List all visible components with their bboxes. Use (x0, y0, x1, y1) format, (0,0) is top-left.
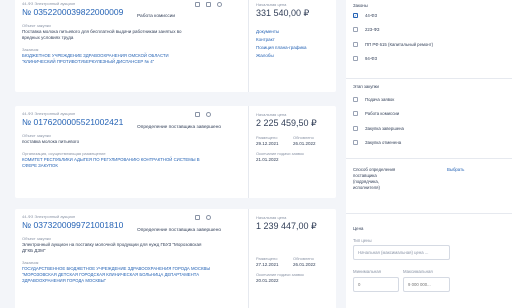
stage-title: Этап закупки (353, 84, 379, 89)
price-value: 331 540,00 ₽ (256, 8, 310, 18)
purchase-card: 44-ФЗ Электронный аукцион № 037320009972… (15, 209, 336, 308)
copy-icon[interactable] (206, 2, 211, 7)
copy-icon[interactable] (195, 215, 200, 220)
purchase-object: поставка молока питьевого (22, 139, 80, 144)
card-actions (195, 112, 211, 117)
card-actions (195, 215, 211, 220)
posted-label: Размещено (256, 256, 278, 261)
customer-label: Заказчик (22, 260, 39, 265)
price-type-select[interactable]: Начальная (максимальная) цена ... (353, 245, 450, 260)
end-label: Окончание подачи заявок (256, 151, 304, 156)
print-icon[interactable] (206, 215, 211, 220)
status-badge: Определение поставщика завершено (137, 125, 222, 130)
status-badge: Определение поставщика завершено (137, 228, 222, 233)
purchase-card: 44-ФЗ Электронный аукцион № 035220003982… (15, 0, 336, 92)
checkbox-icon[interactable] (353, 140, 358, 145)
filter-law-44[interactable]: ✓ 44-ФЗ (353, 13, 377, 18)
filter-law-615[interactable]: ПП РФ 615 (Капитальный ремонт) (353, 42, 433, 47)
print-icon[interactable] (206, 112, 211, 117)
method-select-link[interactable]: Выбрать (447, 167, 464, 172)
complaints-link[interactable]: Жалобы (256, 53, 334, 58)
edit-icon[interactable] (195, 2, 200, 7)
filter-stage-completed[interactable]: Закупка завершена (353, 126, 404, 131)
customer-link[interactable]: ГОСУДАРСТВЕННОЕ БЮДЖЕТНОЕ УЧРЕЖДЕНИЕ ЗДР… (22, 266, 222, 284)
min-price-input[interactable] (353, 277, 399, 292)
max-price-input[interactable] (403, 277, 450, 292)
posted-date: 29.12.2021 (256, 141, 279, 146)
customer-link[interactable]: БЮДЖЕТНОЕ УЧРЕЖДЕНИЕ ЗДРАВООХРАНЕНИЯ ОМС… (22, 53, 202, 65)
end-date: 21.01.2022 (256, 157, 279, 162)
price-label: Начальная цена (256, 112, 287, 117)
filter-stage-cancelled[interactable]: Закупка отменена (353, 140, 401, 145)
price-label: Начальная цена (256, 215, 287, 220)
purchase-card: 44-ФЗ Электронный аукцион № 017620000552… (15, 106, 336, 198)
object-label: Объект закупки (22, 133, 51, 138)
plan-position-link[interactable]: Позиция плана-графика (256, 45, 334, 50)
copy-icon[interactable] (195, 112, 200, 117)
end-date: 20.01.2022 (256, 278, 279, 283)
status-badge: Работа комиссии (137, 14, 176, 19)
price-value: 1 239 447,00 ₽ (256, 221, 317, 231)
updated-date: 26.01.2022 (293, 262, 316, 267)
contract-link[interactable]: Контракт (256, 37, 334, 42)
filter-stage-commission[interactable]: Работа комиссии (353, 111, 399, 116)
checkbox-icon[interactable] (353, 27, 358, 32)
price-label: Начальная цена (256, 2, 287, 7)
object-label: Объект закупки (22, 236, 51, 241)
customer-label: Заказчик (22, 47, 39, 52)
price-value: 2 225 459,50 ₽ (256, 118, 317, 128)
updated-label: Обновлено (293, 256, 314, 261)
card-actions (195, 2, 222, 7)
checkbox-checked-icon[interactable]: ✓ (353, 13, 358, 18)
end-label: Окончание подачи заявок (256, 272, 304, 277)
updated-label: Обновлено (293, 135, 314, 140)
checkbox-icon[interactable] (353, 111, 358, 116)
posted-label: Размещено (256, 135, 278, 140)
min-price-label: Минимальная (353, 269, 381, 274)
updated-date: 26.01.2022 (293, 141, 316, 146)
price-type-label: Тип цены (353, 238, 372, 243)
filters-sidebar: Законы ✓ 44-ФЗ 223-ФЗ ПП РФ 615 (Капитал… (346, 0, 512, 308)
checkbox-icon[interactable] (353, 126, 358, 131)
purchase-object: Поставка молока питьевого для бесплатной… (22, 29, 182, 40)
checkbox-icon[interactable] (353, 97, 358, 102)
customer-label: Организация, осуществляющая размещение (22, 151, 106, 156)
print-icon[interactable] (217, 2, 222, 7)
method-title: Способ определения поставщика (подрядчик… (353, 167, 396, 190)
object-label: Объект закупки (22, 23, 51, 28)
customer-link[interactable]: КОМИТЕТ РЕСПУБЛИКИ АДЫГЕЯ ПО РЕГУЛИРОВАН… (22, 157, 212, 169)
checkbox-icon[interactable] (353, 42, 358, 47)
laws-title: Законы (353, 3, 368, 8)
price-filter-title: Цена (353, 226, 364, 231)
filter-law-94[interactable]: 94-ФЗ (353, 56, 377, 61)
documents-link[interactable]: Документы (256, 29, 334, 34)
max-price-label: Максимальная (403, 269, 433, 274)
filter-stage-applications[interactable]: Подача заявок (353, 97, 394, 102)
purchase-number-link[interactable]: № 0352200039822000009 (22, 7, 244, 17)
checkbox-icon[interactable] (353, 56, 358, 61)
posted-date: 27.12.2021 (256, 262, 279, 267)
filter-law-223[interactable]: 223-ФЗ (353, 27, 379, 32)
purchase-object: Электронный аукцион на поставку молочной… (22, 242, 202, 253)
